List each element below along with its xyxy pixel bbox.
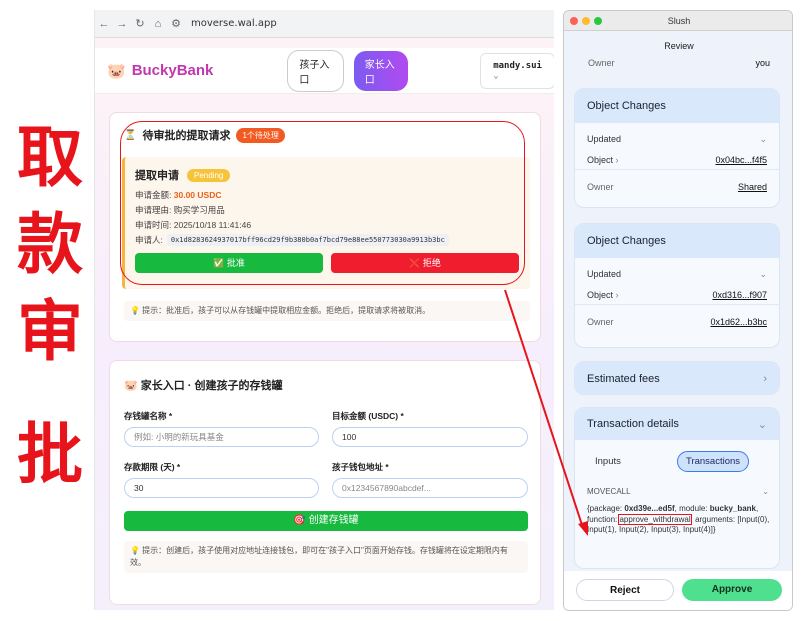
code-package: 0xd39e...ed5f	[624, 504, 675, 513]
chevron-right-icon: ›	[763, 373, 767, 385]
bank-name-input[interactable]: 例如: 小明的新玩具基金	[124, 427, 319, 447]
annotation-highlight-box	[120, 121, 525, 285]
object-row-2: Object › 0xd316...f907	[575, 286, 779, 304]
owner-row-1: Owner Shared	[575, 169, 779, 203]
owner-label-2: Owner	[587, 316, 614, 327]
annotation-char-4: 批	[17, 416, 83, 493]
pending-tip: 💡 提示：批准后，孩子可以从存钱罐中提取相应金额。拒绝后，提取请求将被取消。	[124, 301, 530, 321]
object-changes-1-header[interactable]: Object Changes	[575, 89, 779, 123]
code-function: approve_withdrawal	[618, 513, 692, 525]
forward-icon[interactable]: →	[113, 18, 131, 30]
details-tabs: Inputs Transactions	[587, 450, 767, 472]
annotation-char-3: 审	[17, 293, 83, 370]
object-row-1: Object › 0x04bc...f4f5	[575, 151, 779, 169]
pig-icon: 🐷	[107, 62, 126, 80]
estimated-fees[interactable]: Estimated fees ›	[574, 361, 780, 395]
address-bar[interactable]: moverse.wal.app	[191, 18, 277, 29]
slush-wallet-window: Slush Review Owner you Object Changes Up…	[563, 10, 793, 611]
target-label: 目标金额 (USDC) *	[332, 411, 404, 421]
period-label: 存款期限 (天) *	[124, 462, 181, 472]
app-logo[interactable]: 🐷 BuckyBank	[107, 62, 213, 80]
object-value-2[interactable]: 0xd316...f907	[712, 290, 767, 300]
slush-reject-button[interactable]: Reject	[576, 579, 674, 601]
object-label-1: Object	[587, 155, 614, 165]
review-heading: Review	[664, 41, 694, 51]
address-label: 孩子钱包地址 *	[332, 462, 389, 472]
object-changes-2-title: Object Changes	[587, 235, 666, 247]
minimize-dot-icon[interactable]	[582, 17, 590, 25]
movecall-row[interactable]: MOVECALL ⌄	[575, 484, 779, 498]
target-amount-input[interactable]: 100	[332, 427, 528, 447]
object-changes-1: Object Changes Updated ⌄ Object › 0x04bc…	[574, 88, 780, 208]
account-name: mandy.sui	[493, 60, 542, 71]
owner-value-2[interactable]: 0x1d62...b3bc	[710, 317, 767, 327]
home-icon[interactable]: ⌂	[149, 18, 167, 30]
kid-entry-button[interactable]: 孩子入口	[287, 49, 344, 92]
object-label-2: Object	[587, 290, 614, 300]
close-dot-icon[interactable]	[570, 17, 578, 25]
chevron-right-icon: ›	[615, 155, 619, 165]
object-value-1[interactable]: 0x04bc...f4f5	[715, 155, 767, 165]
create-tip: 💡 提示：创建后，孩子使用对应地址连接钱包，即可在"孩子入口"页面开始存钱。存钱…	[124, 541, 528, 573]
updated-label-1: Updated	[587, 134, 622, 144]
slush-body: Review Owner you Object Changes Updated …	[564, 31, 792, 610]
browser-window: ← → ↻ ⌂ ⚙ moverse.wal.app 🐷 BuckyBank 孩子…	[94, 10, 554, 610]
create-bank-button[interactable]: 🎯 创建存钱罐	[124, 511, 528, 531]
fees-title: Estimated fees	[587, 373, 660, 385]
child-address-input[interactable]: 0x1234567890abcdef...	[332, 478, 528, 498]
movecall-code: {package: 0xd39e...ed5f, module: bucky_b…	[587, 504, 771, 536]
reload-icon[interactable]: ↻	[131, 17, 149, 30]
owner-row-2: Owner 0x1d62...b3bc	[575, 304, 779, 338]
transaction-details-header[interactable]: Transaction details ⌄	[575, 408, 779, 440]
code-prefix: {package:	[587, 504, 625, 513]
annotation-char-1: 取	[17, 119, 83, 196]
app-header: 🐷 BuckyBank 孩子入口 家长入口 mandy.sui ⌄	[95, 48, 554, 94]
page-content: 🐷 BuckyBank 孩子入口 家长入口 mandy.sui ⌄ ⏳ 待审批的…	[95, 38, 554, 610]
updated-row-2[interactable]: Updated ⌄	[575, 262, 779, 286]
back-icon[interactable]: ←	[95, 18, 113, 30]
chevron-down-icon: ⌄	[759, 133, 767, 144]
movecall-label: MOVECALL	[587, 486, 631, 496]
code-module-key: , module:	[674, 504, 710, 513]
owner-top-row: Owner you	[576, 55, 782, 71]
transaction-details: Transaction details ⌄ Inputs Transactions…	[574, 407, 780, 569]
account-button[interactable]: mandy.sui ⌄	[480, 52, 554, 89]
chevron-down-icon: ⌄	[762, 486, 769, 496]
owner-value-1: Shared	[737, 181, 767, 192]
chevron-right-icon: ›	[615, 290, 619, 300]
object-changes-2: Object Changes Updated ⌄ Object › 0xd316…	[574, 223, 780, 348]
chevron-down-icon: ⌄	[759, 268, 767, 279]
slush-approve-button[interactable]: Approve	[682, 579, 782, 601]
updated-row-1[interactable]: Updated ⌄	[575, 127, 779, 151]
logo-text: BuckyBank	[131, 62, 214, 79]
slush-title: Slush	[667, 16, 691, 26]
chevron-down-icon: ⌄	[493, 70, 499, 81]
slush-titlebar: Slush	[564, 11, 792, 31]
annotation-char-2: 款	[17, 206, 83, 283]
create-bank-card: 🐷 家长入口 · 创建孩子的存钱罐 存钱罐名称 * 例如: 小明的新玩具基金 目…	[109, 360, 541, 605]
tab-transactions[interactable]: Transactions	[677, 450, 750, 472]
parent-entry-button[interactable]: 家长入口	[353, 50, 409, 91]
details-title: Transaction details	[587, 418, 679, 430]
name-label: 存钱罐名称 *	[124, 411, 173, 421]
owner-label-1: Owner	[587, 181, 614, 192]
site-settings-icon[interactable]: ⚙	[167, 17, 185, 30]
code-module: bucky_bank	[709, 504, 757, 513]
owner-top-value: you	[755, 58, 770, 68]
maximize-dot-icon[interactable]	[594, 17, 602, 25]
updated-label-2: Updated	[587, 269, 622, 279]
object-changes-1-title: Object Changes	[587, 100, 666, 112]
create-title: 🐷 家长入口 · 创建孩子的存钱罐	[124, 380, 283, 392]
chevron-down-icon: ⌄	[757, 418, 767, 431]
tab-inputs[interactable]: Inputs	[587, 456, 677, 467]
owner-top-label: Owner	[588, 58, 615, 68]
browser-toolbar: ← → ↻ ⌂ ⚙ moverse.wal.app	[95, 10, 554, 38]
object-changes-2-header[interactable]: Object Changes	[575, 224, 779, 258]
period-input[interactable]: 30	[124, 478, 319, 498]
